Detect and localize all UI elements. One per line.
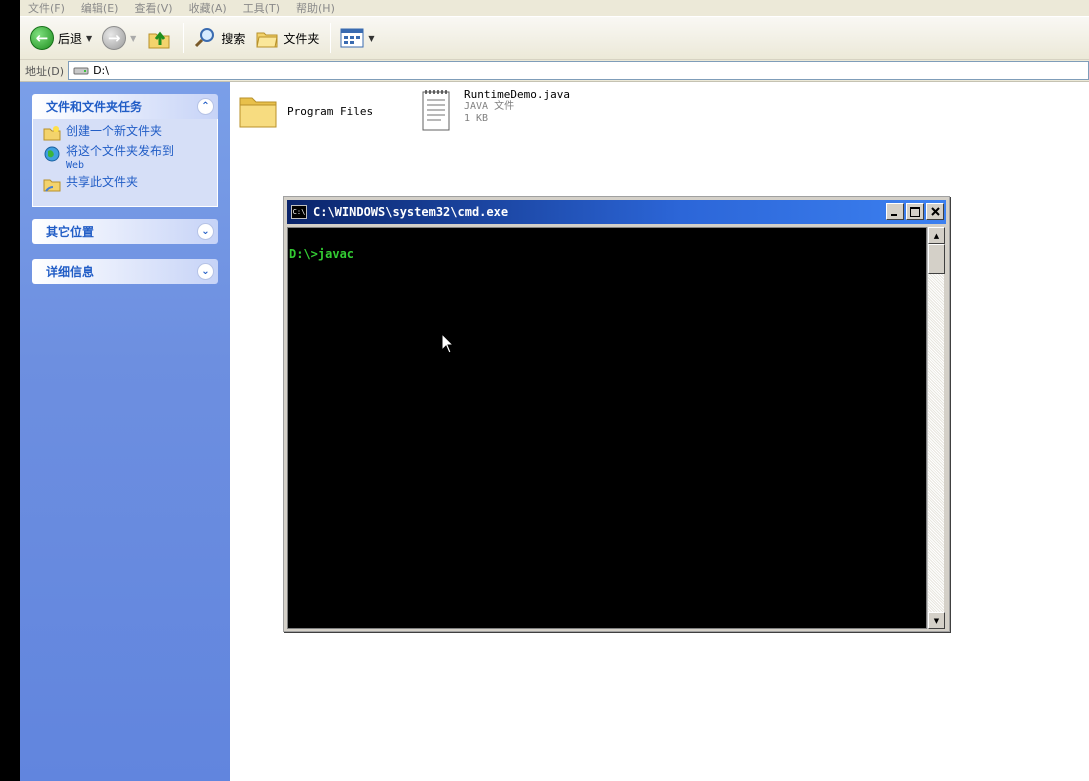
- folder-item-program-files[interactable]: Program Files: [238, 92, 373, 130]
- details-title: 详细信息: [46, 265, 95, 279]
- forward-button[interactable]: → ▼: [98, 22, 140, 54]
- window-controls: [884, 203, 944, 220]
- cmd-title-bar[interactable]: C:\ C:\WINDOWS\system32\cmd.exe: [287, 200, 946, 224]
- other-places-title: 其它位置: [46, 225, 95, 239]
- drive-icon: [73, 67, 89, 74]
- back-button[interactable]: ← 后退 ▼: [26, 22, 96, 54]
- views-dropdown-icon[interactable]: ▼: [368, 34, 374, 43]
- globe-icon: [44, 146, 60, 162]
- details-header[interactable]: 详细信息 ⌄: [32, 259, 218, 284]
- forward-dropdown-icon[interactable]: ▼: [130, 34, 136, 43]
- folder-name: Program Files: [287, 104, 374, 118]
- task-publish-web[interactable]: 将这个文件夹发布到 Web: [43, 145, 211, 172]
- task-publish-web-label: 将这个文件夹发布到 Web: [66, 145, 174, 172]
- file-folder-tasks-panel: 文件和文件夹任务 ⌃ 创建一个新文件夹 将这个文件夹发布到 Web 共享此文件夹: [32, 94, 218, 207]
- share-folder-icon: [43, 179, 61, 192]
- scroll-up-button[interactable]: ▲: [928, 227, 945, 244]
- vertical-scrollbar[interactable]: ▲ ▼: [927, 227, 945, 629]
- close-icon: [930, 207, 940, 216]
- file-name: RuntimeDemo.java: [464, 88, 570, 101]
- menu-bar: 文件(F) 编辑(E) 查看(V) 收藏(A) 工具(T) 帮助(H): [20, 0, 1089, 16]
- left-black-strip: [0, 0, 20, 781]
- up-folder-button[interactable]: [142, 22, 176, 54]
- collapse-icon[interactable]: ⌃: [197, 98, 214, 115]
- file-folder-tasks-header[interactable]: 文件和文件夹任务 ⌃: [32, 94, 218, 119]
- address-value: D:\: [93, 64, 109, 77]
- cmd-title: C:\WINDOWS\system32\cmd.exe: [313, 205, 509, 219]
- expand-icon[interactable]: ⌄: [197, 263, 214, 280]
- task-publish-web-line2: Web: [66, 160, 85, 171]
- address-bar: 地址(D) D:\: [20, 60, 1089, 82]
- other-places-header[interactable]: 其它位置 ⌄: [32, 219, 218, 244]
- menu-file[interactable]: 文件(F): [28, 0, 65, 16]
- task-share-folder-label: 共享此文件夹: [66, 175, 139, 189]
- views-button[interactable]: ▼: [336, 22, 378, 54]
- task-publish-web-line1: 将这个文件夹发布到: [66, 144, 175, 158]
- task-share-folder[interactable]: 共享此文件夹: [43, 176, 211, 192]
- file-size: 1 KB: [464, 113, 489, 124]
- details-panel: 详细信息 ⌄: [32, 259, 218, 284]
- maximize-icon: [910, 206, 920, 217]
- java-file-icon: [422, 90, 450, 131]
- console-output[interactable]: D:\>javac: [287, 227, 927, 629]
- task-pane: 文件和文件夹任务 ⌃ 创建一个新文件夹 将这个文件夹发布到 Web 共享此文件夹…: [20, 82, 230, 781]
- address-field[interactable]: D:\: [68, 61, 1089, 80]
- search-label: 搜索: [221, 31, 246, 46]
- task-new-folder-label: 创建一个新文件夹: [66, 124, 163, 138]
- mouse-pointer-icon: [441, 333, 455, 354]
- cmd-icon: C:\: [291, 205, 307, 219]
- toolbar-separator: [330, 23, 332, 53]
- toolbar: ← 后退 ▼ → ▼ 搜索 文件夹 ▼: [20, 17, 1089, 60]
- scroll-down-button[interactable]: ▼: [928, 612, 945, 629]
- address-label: 地址(D): [25, 64, 65, 78]
- search-button[interactable]: 搜索: [189, 22, 249, 54]
- minimize-icon: [891, 213, 897, 216]
- menu-view[interactable]: 查看(V): [134, 0, 172, 16]
- scroll-thumb[interactable]: [928, 244, 945, 274]
- console-prompt-line: D:\>javac: [289, 247, 355, 261]
- maximize-button[interactable]: [906, 203, 924, 220]
- back-dropdown-icon[interactable]: ▼: [86, 34, 92, 43]
- file-info: RuntimeDemo.java JAVA 文件 1 KB: [464, 88, 570, 125]
- file-folder-tasks-body: 创建一个新文件夹 将这个文件夹发布到 Web 共享此文件夹: [32, 119, 218, 207]
- cmd-window[interactable]: C:\ C:\WINDOWS\system32\cmd.exe D:\>java…: [283, 196, 950, 632]
- menu-tools[interactable]: 工具(T): [243, 0, 280, 16]
- expand-icon[interactable]: ⌄: [197, 223, 214, 240]
- task-new-folder[interactable]: 创建一个新文件夹: [43, 125, 211, 141]
- folder-up-icon: [148, 31, 170, 49]
- views-icon: [340, 28, 364, 48]
- back-arrow-icon: ←: [30, 26, 54, 50]
- file-folder-tasks-title: 文件和文件夹任务: [46, 100, 143, 114]
- close-button[interactable]: [926, 203, 944, 220]
- back-label: 后退: [58, 31, 83, 46]
- folders-button[interactable]: 文件夹: [251, 22, 323, 54]
- other-places-panel: 其它位置 ⌄: [32, 219, 218, 244]
- file-item-runtimedemo[interactable]: RuntimeDemo.java JAVA 文件 1 KB: [420, 88, 570, 134]
- menu-favorites[interactable]: 收藏(A): [189, 0, 227, 16]
- folders-label: 文件夹: [283, 31, 320, 46]
- minimize-button[interactable]: [886, 203, 904, 220]
- forward-arrow-icon: →: [102, 26, 127, 50]
- folders-icon: [256, 32, 278, 48]
- new-folder-icon: [43, 126, 61, 141]
- toolbar-separator: [183, 23, 185, 53]
- menu-edit[interactable]: 编辑(E): [81, 0, 119, 16]
- search-icon: [195, 28, 215, 48]
- file-type: JAVA 文件: [464, 101, 515, 112]
- folder-icon: [239, 97, 277, 128]
- menu-help[interactable]: 帮助(H): [296, 0, 335, 16]
